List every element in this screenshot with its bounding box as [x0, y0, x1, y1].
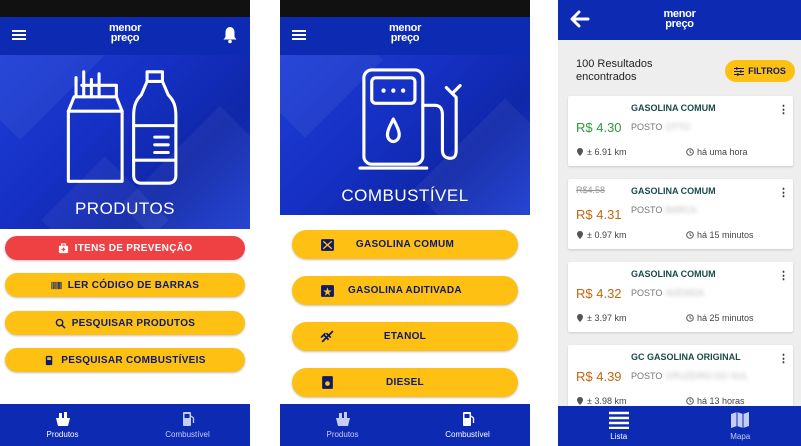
brand-logo: menor preço: [663, 8, 696, 30]
nav-lista[interactable]: Lista: [558, 406, 680, 446]
price: R$ 4.30: [576, 120, 622, 135]
distance: ± 0.97 km: [576, 230, 626, 240]
etanol-button[interactable]: ETANOL: [292, 322, 518, 351]
more-vert-icon[interactable]: ⋮: [778, 269, 789, 282]
hero-label: COMBUSTÍVEL: [341, 186, 469, 205]
filtros-button[interactable]: FILTROS: [725, 60, 795, 82]
bottom-nav: Produtos Combustível: [0, 404, 250, 446]
distance: ± 6.91 km: [576, 147, 626, 157]
result-card[interactable]: GC GASOLINA ORIGINAL ⋮ R$ 4.39 POSTO CRUZ…: [568, 345, 793, 415]
gasolina-comum-button[interactable]: GASOLINA COMUM: [292, 230, 518, 259]
gasolina-aditivada-button[interactable]: GASOLINA ADITIVADA: [292, 276, 518, 305]
produtos-hero: PRODUTOS: [0, 55, 250, 229]
fuel-pump-icon: [46, 355, 53, 365]
more-vert-icon[interactable]: ⋮: [778, 186, 789, 199]
sugarcane-icon: [320, 330, 334, 343]
station-name: POSTO AVENIDA: [631, 288, 705, 298]
fuel-type: GASOLINA COMUM: [631, 186, 716, 196]
hamburger-menu-icon[interactable]: [12, 30, 26, 40]
back-arrow-icon[interactable]: [570, 10, 590, 28]
combustivel-screen: menor preço COMBUSTÍVEL GASOLINA COMUM GA…: [280, 0, 530, 446]
nav-combustivel[interactable]: Combustível: [405, 404, 530, 446]
combustivel-hero: COMBUSTÍVEL: [280, 55, 530, 215]
hamburger-menu-icon[interactable]: [292, 30, 306, 40]
status-bar: [280, 0, 530, 17]
fuel-type: GC GASOLINA ORIGINAL: [631, 352, 741, 362]
nav-produtos[interactable]: Produtos: [0, 404, 125, 446]
location-pin-icon: [577, 397, 583, 405]
fuel-pump-icon: [462, 412, 474, 426]
grocery-bag-bottle-icon: [66, 70, 178, 185]
more-vert-icon[interactable]: ⋮: [778, 352, 789, 365]
station-name: POSTO CRUZEIRO DO SUL: [631, 371, 749, 381]
distance: ± 3.97 km: [576, 313, 626, 323]
basket-icon: [55, 412, 70, 426]
pesquisar-produtos-button[interactable]: PESQUISAR PRODUTOS: [5, 311, 245, 335]
updated-time: há 15 minutos: [686, 230, 754, 240]
pesquisar-combustiveis-button[interactable]: PESQUISAR COMBUSTÍVEIS: [5, 348, 245, 372]
fuel-pump-icon: [358, 68, 462, 170]
app-bar: menor preço: [0, 17, 250, 55]
clock-icon: [686, 314, 694, 322]
updated-time: há 25 minutos: [686, 313, 754, 323]
location-pin-icon: [577, 231, 583, 239]
more-vert-icon[interactable]: ⋮: [778, 103, 789, 116]
app-bar: menor preço: [280, 17, 530, 55]
list-icon: [608, 411, 629, 429]
location-pin-icon: [577, 148, 583, 156]
search-icon: [55, 318, 66, 329]
price: R$ 4.39: [576, 369, 622, 384]
brand-logo: menor preço: [108, 22, 142, 44]
ler-codigo-barras-button[interactable]: LER CÓDIGO DE BARRAS: [5, 273, 245, 297]
location-pin-icon: [577, 314, 583, 322]
price: R$ 4.32: [576, 286, 622, 301]
result-card[interactable]: GASOLINA COMUM ⋮ R$ 4.30 POSTO OTTO ± 6.9…: [568, 96, 793, 166]
basket-icon: [335, 412, 350, 426]
station-name: POSTO BARCA: [631, 205, 697, 215]
old-price: R$4.58: [576, 185, 606, 195]
fuel-can-icon: [321, 239, 334, 251]
updated-time: há uma hora: [686, 147, 748, 157]
brand-logo: menor preço: [388, 22, 422, 44]
distance: ± 3.98 km: [576, 396, 626, 406]
clock-icon: [686, 231, 694, 239]
diesel-drum-icon: [322, 376, 333, 389]
nav-mapa[interactable]: Mapa: [680, 406, 801, 446]
bell-icon[interactable]: [222, 26, 238, 44]
result-card[interactable]: GASOLINA COMUM ⋮ R$ 4.32 POSTO AVENIDA ± …: [568, 262, 793, 332]
barcode-icon: [51, 281, 62, 289]
status-bar: [0, 0, 250, 17]
fuel-type: GASOLINA COMUM: [631, 103, 716, 113]
first-aid-icon: [58, 242, 68, 253]
nav-combustivel[interactable]: Combustível: [125, 404, 250, 446]
results-count: 100 Resultados encontrados: [576, 58, 653, 83]
bottom-nav: Produtos Combustível: [280, 404, 530, 446]
produtos-screen: menor preço PRODUTOS ITENS DE PREVENÇÃO …: [0, 0, 250, 446]
fuel-type: GASOLINA COMUM: [631, 269, 716, 279]
app-bar: menor preço: [558, 0, 801, 40]
nav-produtos[interactable]: Produtos: [280, 404, 405, 446]
sliders-icon: [734, 66, 745, 76]
fuel-can-star-icon: [321, 285, 334, 297]
resultados-screen: menor preço 100 Resultados encontrados FI…: [558, 0, 801, 446]
updated-time: há 13 horas: [686, 396, 745, 406]
clock-icon: [686, 148, 694, 156]
bottom-nav: Lista Mapa: [558, 406, 801, 446]
station-name: POSTO OTTO: [631, 122, 691, 132]
diesel-button[interactable]: DIESEL: [292, 368, 518, 397]
result-card[interactable]: R$4.58 GASOLINA COMUM ⋮ R$ 4.31 POSTO BAR…: [568, 179, 793, 249]
price: R$ 4.31: [576, 207, 622, 222]
hero-label: PRODUTOS: [74, 199, 176, 218]
map-icon: [731, 412, 750, 428]
itens-prevencao-button[interactable]: ITENS DE PREVENÇÃO: [5, 236, 245, 260]
clock-icon: [686, 397, 694, 405]
fuel-pump-icon: [182, 412, 194, 426]
